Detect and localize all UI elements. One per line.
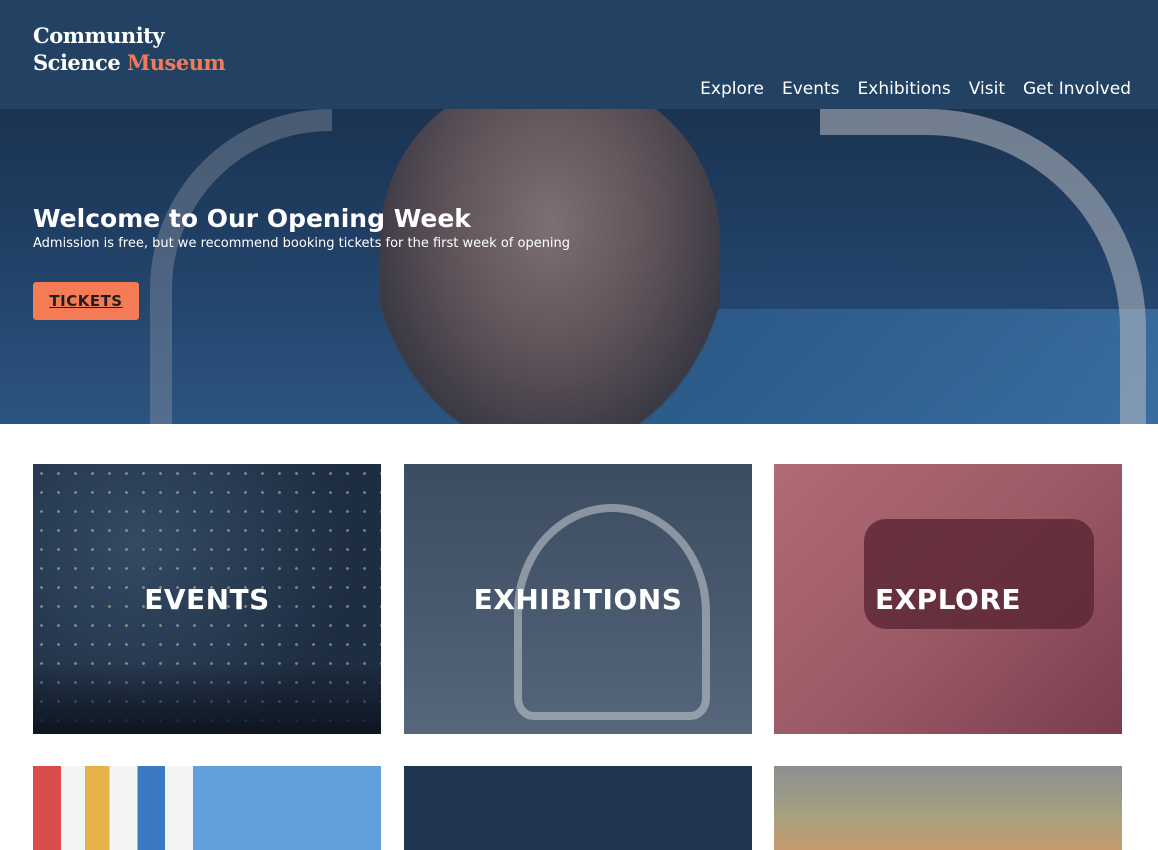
logo-word-museum: Museum [127,50,226,75]
card-explore-label: EXPLORE [874,582,1022,616]
logo-word-science: Science [33,50,121,75]
site-logo[interactable]: Community Science Museum [33,22,226,76]
site-header: Community Science Museum Explore Events … [0,0,1158,109]
logo-line-2: Science Museum [33,49,226,76]
hero-title: Welcome to Our Opening Week [33,204,471,233]
logo-line-1: Community [33,23,165,48]
nav-visit[interactable]: Visit [969,78,1005,100]
card-events[interactable]: EVENTS [33,464,381,734]
card-exhibitions-label: EXHIBITIONS [473,582,683,616]
nav-exhibitions[interactable]: Exhibitions [858,78,951,100]
card-bottom-3[interactable] [774,766,1122,850]
nav-get-involved[interactable]: Get Involved [1023,78,1131,100]
hero-subtitle: Admission is free, but we recommend book… [33,236,571,251]
nav-explore[interactable]: Explore [700,78,764,100]
card-events-label: EVENTS [144,582,270,616]
card-explore[interactable]: EXPLORE [774,464,1122,734]
hero-tusk-right [820,109,1146,424]
hero-banner: Welcome to Our Opening Week Admission is… [0,109,1158,424]
card-bottom-1[interactable] [33,766,381,850]
hero-tusk-left [150,109,332,424]
card-bottom-2[interactable] [404,766,752,850]
card-exhibitions[interactable]: EXHIBITIONS [404,464,752,734]
hero-text: Welcome to Our Opening Week Admission is… [33,204,570,252]
main-nav: Explore Events Exhibitions Visit Get Inv… [700,78,1131,100]
nav-events[interactable]: Events [782,78,840,100]
hero-mammoth-skull-image [380,109,720,424]
tickets-button[interactable]: TICKETS [33,282,139,320]
